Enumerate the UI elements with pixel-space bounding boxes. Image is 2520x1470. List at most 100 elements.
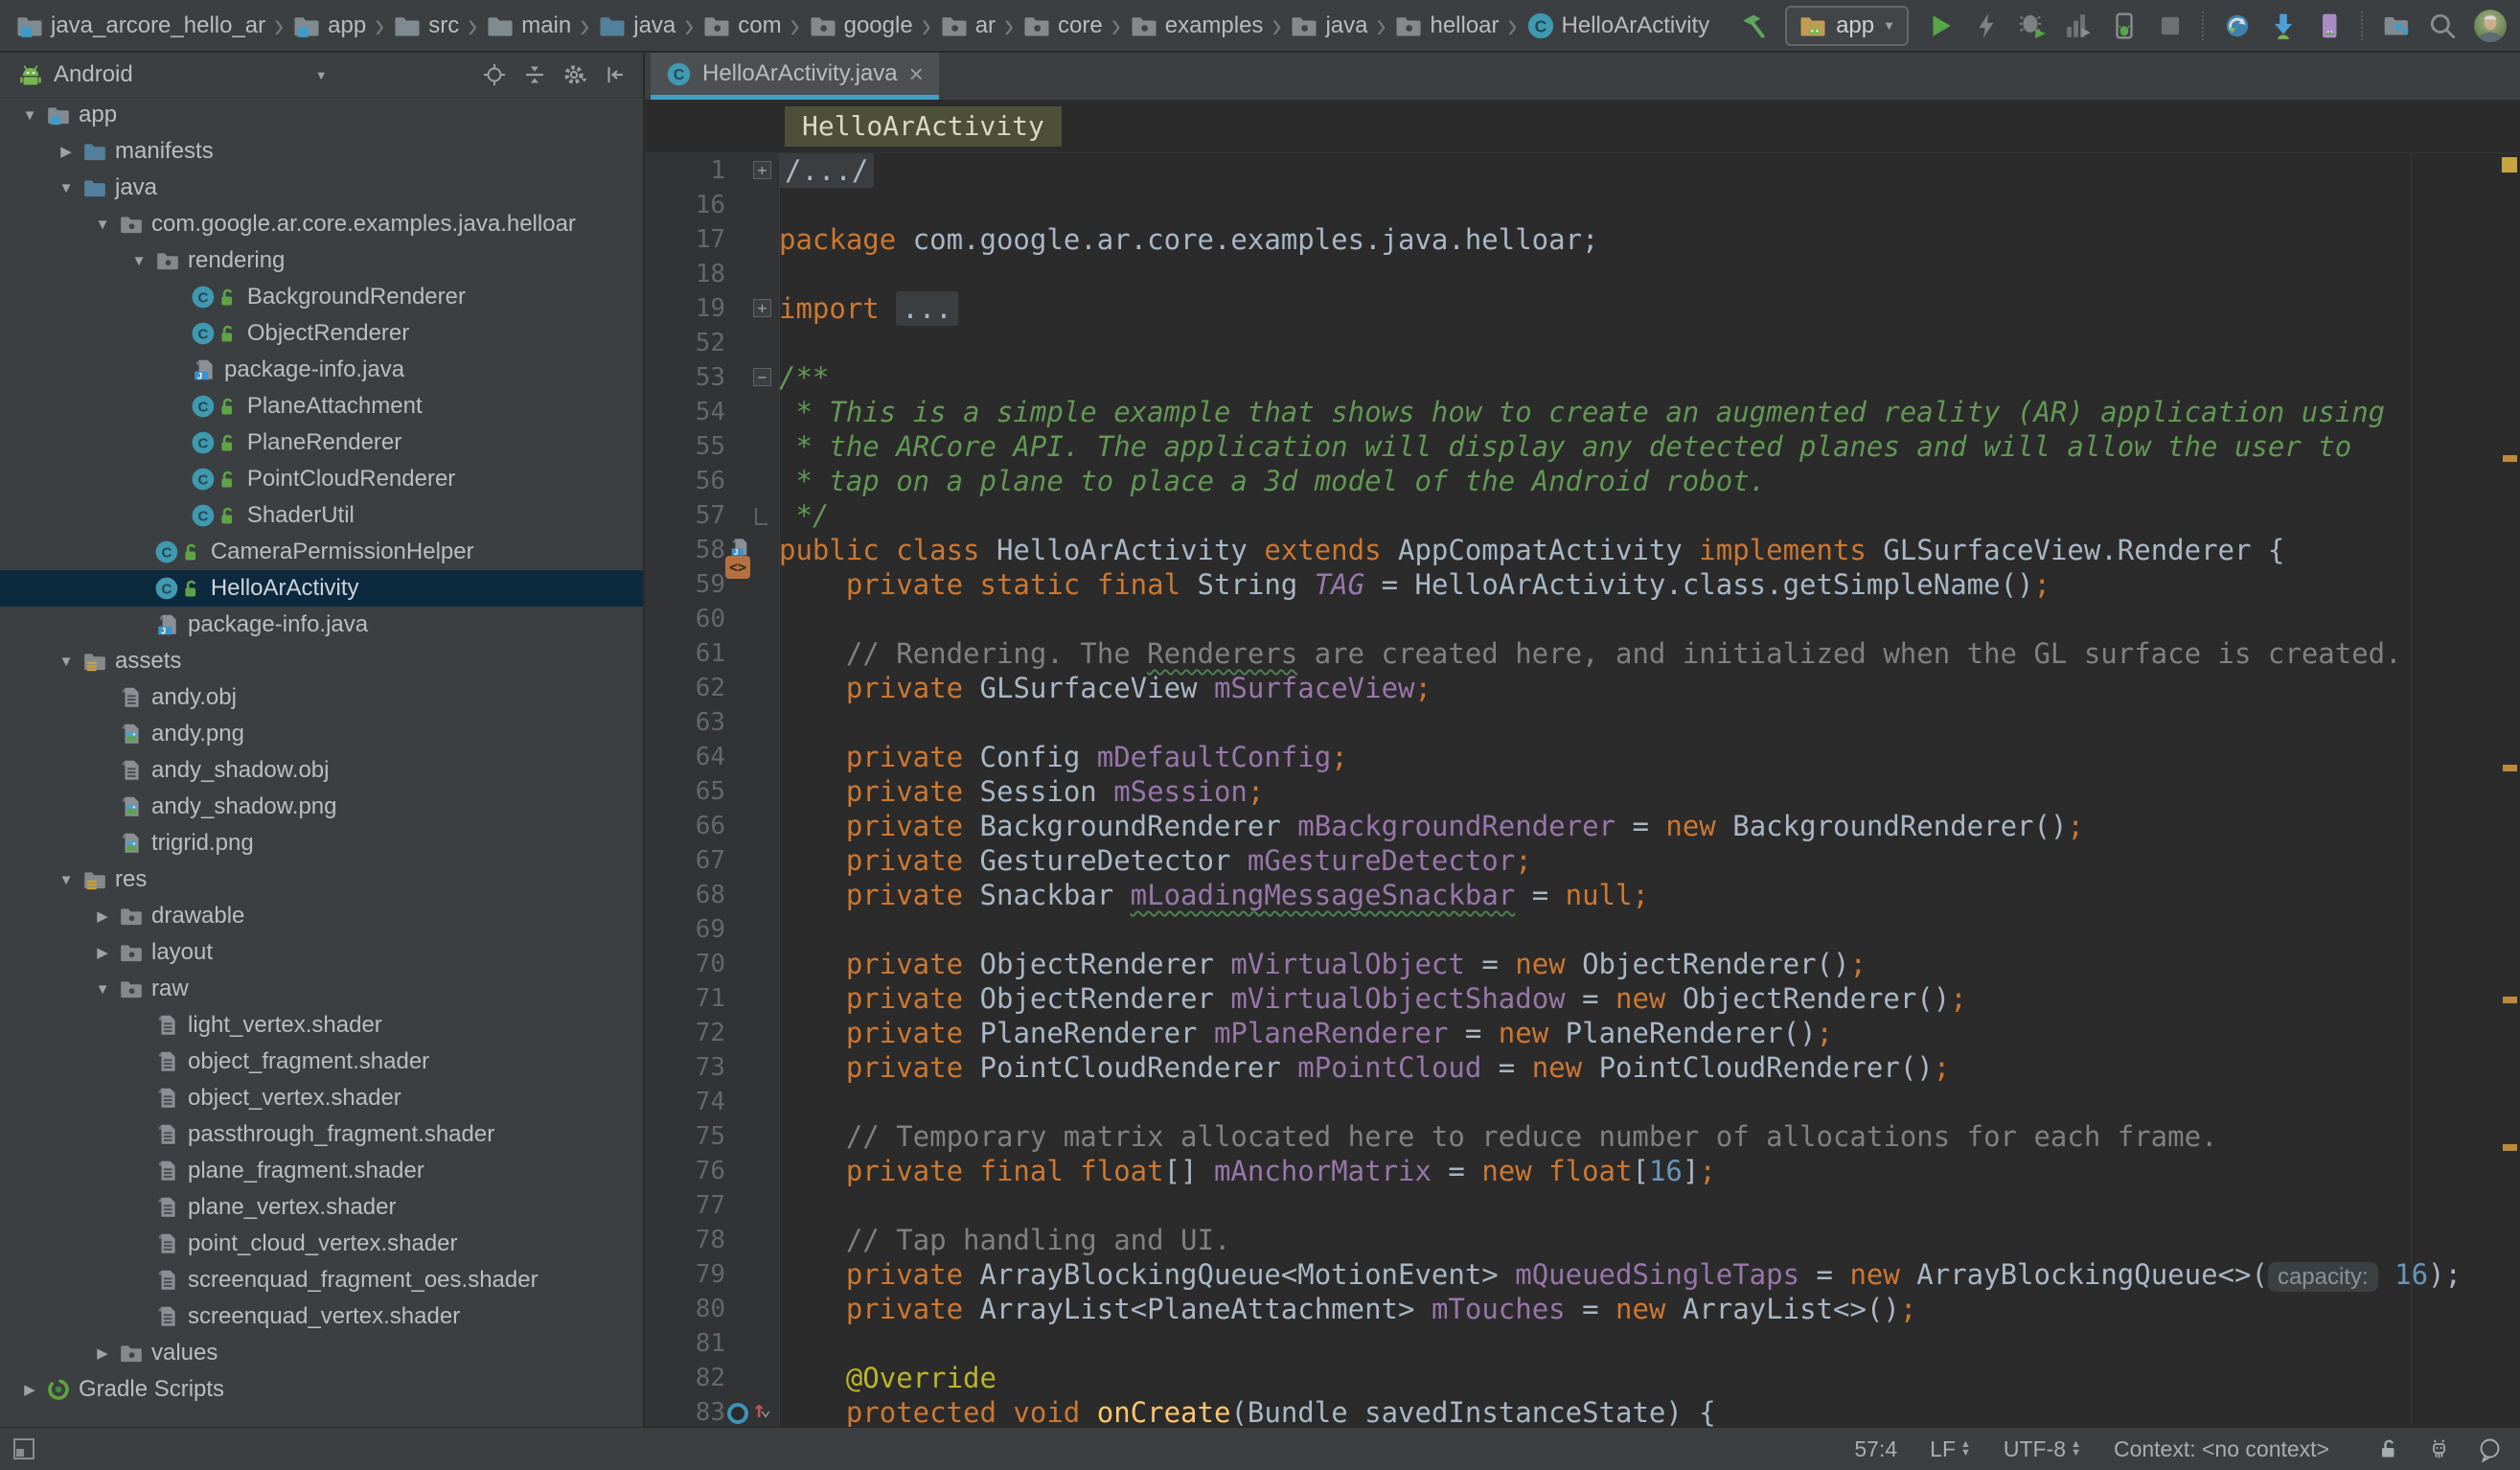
tree-item-planerenderer[interactable]: CPlaneRenderer — [0, 425, 643, 461]
tree-item-res[interactable]: ▼res — [0, 861, 643, 898]
breadcrumb-item-core[interactable]: core — [1022, 11, 1103, 40]
run-configuration-selector[interactable]: app▼ — [1785, 6, 1909, 46]
tree-item-layout[interactable]: ▶layout — [0, 934, 643, 971]
stop-square-icon[interactable] — [2156, 11, 2185, 40]
tree-down-arrow-icon[interactable]: ▼ — [13, 107, 46, 124]
code-line-61[interactable]: 61 // Rendering. The Renderers are creat… — [645, 636, 2520, 671]
tree-item-andy-shadow-obj[interactable]: andy_shadow.obj — [0, 752, 643, 789]
device-manager-icon[interactable] — [2315, 11, 2344, 40]
breadcrumb-item-main[interactable]: main — [486, 11, 571, 40]
code-line-55[interactable]: 55 * the ARCore API. The application wil… — [645, 429, 2520, 464]
tree-item-andy-png[interactable]: andy.png — [0, 716, 643, 752]
code-line-76[interactable]: 76 private final float[] mAnchorMatrix =… — [645, 1154, 2520, 1188]
profiler-bars-icon[interactable] — [2064, 11, 2093, 40]
apply-changes-lightning-icon[interactable] — [1972, 11, 2001, 40]
tree-down-arrow-icon[interactable]: ▼ — [50, 180, 82, 196]
breadcrumb-item-ar[interactable]: ar — [940, 11, 996, 40]
tree-item-package-info-java[interactable]: Jpackage-info.java — [0, 352, 643, 388]
sdk-manager-icon[interactable] — [2269, 11, 2298, 40]
tree-item-object-vertex-shader[interactable]: object_vertex.shader — [0, 1080, 643, 1116]
readonly-lock-icon[interactable] — [2375, 1436, 2401, 1462]
code-line-78[interactable]: 78 // Tap handling and UI. — [645, 1223, 2520, 1257]
code-line-53[interactable]: 53−/** — [645, 360, 2520, 395]
code-line-1[interactable]: 1+/.../ — [645, 153, 2520, 188]
code-line-16[interactable]: 16 — [645, 188, 2520, 222]
attach-debugger-phone-icon[interactable] — [2110, 11, 2139, 40]
code-line-68[interactable]: 68 private Snackbar mLoadingMessageSnack… — [645, 878, 2520, 912]
code-line-62[interactable]: 62 private GLSurfaceView mSurfaceView; — [645, 671, 2520, 705]
breadcrumb-item-com[interactable]: com — [702, 11, 781, 40]
override-method-gutter-icon[interactable] — [727, 1403, 748, 1424]
event-log-icon[interactable] — [2477, 1436, 2503, 1462]
warning-stripe-mark[interactable] — [2503, 1144, 2517, 1151]
line-ending-selector[interactable]: LF ▲▼ — [1930, 1436, 1971, 1462]
tree-down-arrow-icon[interactable]: ▼ — [86, 981, 119, 998]
hide-panel-icon[interactable] — [603, 62, 628, 87]
breadcrumb-item-java-arcore-hello-ar[interactable]: java_arcore_hello_ar — [15, 11, 265, 40]
code-line-65[interactable]: 65 private Session mSession; — [645, 774, 2520, 809]
caret-position[interactable]: 57:4 — [1854, 1436, 1897, 1462]
tool-window-toggle-icon[interactable] — [11, 1436, 36, 1461]
tree-item-manifests[interactable]: ▶manifests — [0, 133, 643, 170]
breadcrumb-item-examples[interactable]: examples — [1130, 11, 1264, 40]
code-line-64[interactable]: 64 private Config mDefaultConfig; — [645, 740, 2520, 774]
tree-right-arrow-icon[interactable]: ▶ — [86, 944, 119, 961]
code-line-69[interactable]: 69 — [645, 912, 2520, 947]
tree-item-gradle-scripts[interactable]: ▶Gradle Scripts — [0, 1371, 643, 1408]
fold-collapse-icon[interactable]: − — [753, 368, 771, 386]
android-monitor-icon[interactable] — [2426, 1436, 2452, 1462]
breadcrumb-item-helloaractivity[interactable]: CHelloArActivity — [1526, 11, 1710, 40]
context-widget[interactable]: Context: <no context> — [2114, 1436, 2329, 1462]
fold-expand-icon[interactable]: + — [753, 161, 771, 179]
tree-right-arrow-icon[interactable]: ▶ — [50, 143, 82, 160]
encoding-selector[interactable]: UTF-8 ▲▼ — [2004, 1436, 2081, 1462]
tree-right-arrow-icon[interactable]: ▶ — [13, 1381, 46, 1398]
tab-helloaractivity-java[interactable]: C HelloArActivity.java × — [651, 53, 939, 100]
code-line-77[interactable]: 77 — [645, 1188, 2520, 1223]
code-line-79[interactable]: 79 private ArrayBlockingQueue<MotionEven… — [645, 1257, 2520, 1292]
tree-item-package-info-java[interactable]: Jpackage-info.java — [0, 607, 643, 643]
debug-bug-icon[interactable] — [2018, 11, 2047, 40]
code-line-74[interactable]: 74 — [645, 1085, 2520, 1119]
settings-gear-icon[interactable] — [562, 62, 587, 87]
breadcrumb-item-google[interactable]: google — [809, 11, 913, 40]
locate-icon[interactable] — [482, 62, 507, 87]
tree-down-arrow-icon[interactable]: ▼ — [50, 872, 82, 888]
code-line-17[interactable]: 17package com.google.ar.core.examples.ja… — [645, 222, 2520, 257]
breadcrumb-class-chip[interactable]: HelloArActivity — [785, 106, 1062, 147]
tree-item-andy-obj[interactable]: andy.obj — [0, 679, 643, 716]
breadcrumb-item-helloar[interactable]: helloar — [1394, 11, 1499, 40]
code-line-66[interactable]: 66 private BackgroundRenderer mBackgroun… — [645, 809, 2520, 843]
tree-item-object-fragment-shader[interactable]: object_fragment.shader — [0, 1044, 643, 1080]
code-line-58[interactable]: 58J<>public class HelloArActivity extend… — [645, 533, 2520, 567]
build-hammer-icon[interactable] — [1739, 11, 1768, 40]
code-line-75[interactable]: 75 // Temporary matrix allocated here to… — [645, 1119, 2520, 1154]
code-editor[interactable]: 1+/.../1617package com.google.ar.core.ex… — [645, 153, 2520, 1427]
tree-right-arrow-icon[interactable]: ▶ — [86, 907, 119, 925]
project-view-selector[interactable]: Android ▼ — [17, 61, 328, 88]
tree-item-plane-vertex-shader[interactable]: plane_vertex.shader — [0, 1189, 643, 1226]
code-line-63[interactable]: 63 — [645, 705, 2520, 740]
tree-item-passthrough-fragment-shader[interactable]: passthrough_fragment.shader — [0, 1116, 643, 1153]
tree-item-point-cloud-vertex-shader[interactable]: point_cloud_vertex.shader — [0, 1226, 643, 1262]
code-line-18[interactable]: 18 — [645, 257, 2520, 291]
code-line-72[interactable]: 72 private PlaneRenderer mPlaneRenderer … — [645, 1016, 2520, 1050]
code-line-70[interactable]: 70 private ObjectRenderer mVirtualObject… — [645, 947, 2520, 981]
warning-stripe-mark[interactable] — [2503, 997, 2517, 1003]
code-line-82[interactable]: 82 @Override — [645, 1361, 2520, 1395]
project-structure-icon[interactable] — [2382, 11, 2411, 40]
tree-item-trigrid-png[interactable]: trigrid.png — [0, 825, 643, 861]
code-line-52[interactable]: 52 — [645, 326, 2520, 360]
tree-down-arrow-icon[interactable]: ▼ — [50, 654, 82, 670]
breadcrumb-item-java[interactable]: java — [1290, 11, 1367, 40]
tree-down-arrow-icon[interactable]: ▼ — [86, 217, 119, 233]
tree-item-shaderutil[interactable]: CShaderUtil — [0, 497, 643, 534]
code-line-60[interactable]: 60 — [645, 602, 2520, 636]
tree-item-screenquad-vertex-shader[interactable]: screenquad_vertex.shader — [0, 1298, 643, 1335]
tree-down-arrow-icon[interactable]: ▼ — [123, 253, 155, 269]
search-everywhere-icon[interactable] — [2428, 11, 2457, 40]
breadcrumb-item-app[interactable]: app — [292, 11, 366, 40]
tree-item-pointcloudrenderer[interactable]: CPointCloudRenderer — [0, 461, 643, 497]
code-line-67[interactable]: 67 private GestureDetector mGestureDetec… — [645, 843, 2520, 878]
tree-item-drawable[interactable]: ▶drawable — [0, 898, 643, 934]
